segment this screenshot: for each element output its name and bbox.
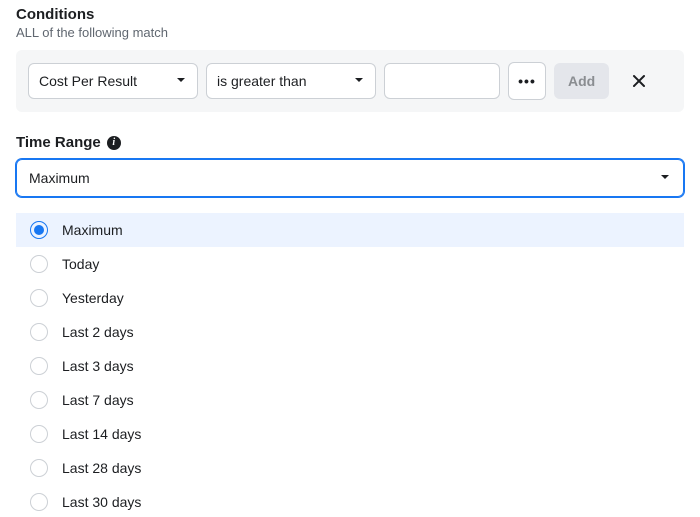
time-range-option[interactable]: Last 2 days <box>16 315 684 349</box>
value-input[interactable] <box>395 72 489 90</box>
time-range-option[interactable]: Last 3 days <box>16 349 684 383</box>
radio-icon <box>30 459 48 477</box>
time-range-option[interactable]: Last 14 days <box>16 417 684 451</box>
metric-select-label: Cost Per Result <box>39 73 137 89</box>
time-range-label-text: Time Range <box>16 134 101 151</box>
conditions-title: Conditions <box>16 6 684 23</box>
time-range-option[interactable]: Last 7 days <box>16 383 684 417</box>
caret-down-icon <box>353 73 365 89</box>
metric-select[interactable]: Cost Per Result <box>28 63 198 99</box>
time-range-option[interactable]: Last 30 days <box>16 485 684 517</box>
more-options-button[interactable]: ••• <box>508 62 546 100</box>
radio-icon <box>30 221 48 239</box>
time-range-option[interactable]: Yesterday <box>16 281 684 315</box>
time-range-select[interactable]: Maximum <box>16 159 684 197</box>
ellipsis-icon: ••• <box>518 73 536 89</box>
time-range-dropdown: Maximum Today Yesterday Last 2 days Last 3 d… <box>16 213 684 517</box>
time-range-option-label: Maximum <box>62 222 123 238</box>
conditions-subtitle: ALL of the following match <box>16 25 684 40</box>
time-range-option-label: Last 14 days <box>62 426 141 442</box>
close-icon <box>631 73 647 89</box>
operator-select[interactable]: is greater than <box>206 63 376 99</box>
time-range-option-label: Today <box>62 256 99 272</box>
time-range-option[interactable]: Today <box>16 247 684 281</box>
condition-row: Cost Per Result is greater than ••• Add <box>16 50 684 112</box>
caret-down-icon <box>659 170 671 186</box>
radio-icon <box>30 255 48 273</box>
radio-icon <box>30 323 48 341</box>
time-range-option-label: Last 30 days <box>62 494 141 510</box>
time-range-option-label: Yesterday <box>62 290 124 306</box>
value-input-wrap <box>384 63 500 99</box>
remove-condition-button[interactable] <box>621 63 657 99</box>
time-range-option-label: Last 28 days <box>62 460 141 476</box>
add-button[interactable]: Add <box>554 63 609 99</box>
info-icon[interactable]: i <box>107 136 121 150</box>
time-range-option-label: Last 7 days <box>62 392 134 408</box>
radio-icon <box>30 493 48 511</box>
time-range-option-label: Last 2 days <box>62 324 134 340</box>
radio-icon <box>30 425 48 443</box>
time-range-label: Time Range i <box>16 134 684 151</box>
operator-select-label: is greater than <box>217 73 307 89</box>
caret-down-icon <box>175 73 187 89</box>
time-range-option[interactable]: Maximum <box>16 213 684 247</box>
radio-icon <box>30 391 48 409</box>
time-range-option[interactable]: Last 28 days <box>16 451 684 485</box>
time-range-option-label: Last 3 days <box>62 358 134 374</box>
radio-icon <box>30 289 48 307</box>
time-range-selected: Maximum <box>29 170 90 186</box>
radio-icon <box>30 357 48 375</box>
